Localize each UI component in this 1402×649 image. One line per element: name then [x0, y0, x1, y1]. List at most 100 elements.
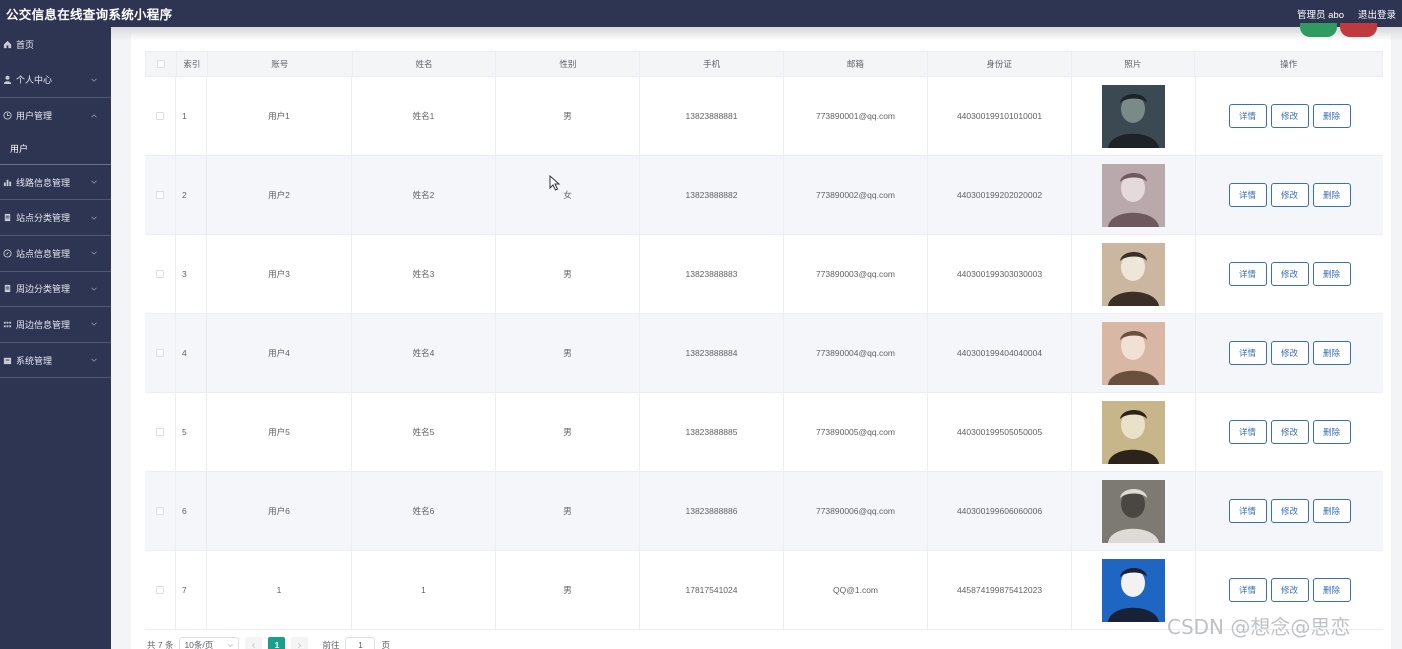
cell-id-card: 445874199875412023 [928, 551, 1072, 629]
header-gender: 性别 [496, 52, 641, 76]
table-row: 6 用户6 姓名6 男 13823888886 773890006@qq.com 44030… [145, 472, 1383, 551]
edit-button[interactable]: 修改 [1270, 104, 1309, 128]
cell-index: 5 [176, 393, 207, 471]
cell-id-card: 440300199101010001 [928, 77, 1072, 155]
prev-page-button[interactable] [245, 637, 263, 649]
edit-button[interactable]: 修改 [1270, 578, 1309, 602]
edit-button[interactable]: 修改 [1270, 341, 1309, 365]
top-right-area: 管理员 abo 退出登录 [1297, 7, 1396, 21]
user-table: 索引 账号 姓名 性别 手机 邮箱 身份证 照片 操作 1 用户1 姓名1 男 1382… [145, 51, 1383, 630]
table-row: 3 用户3 姓名3 男 13823888883 773890003@qq.com 44030… [145, 235, 1383, 314]
row-select-cell[interactable] [145, 393, 176, 471]
delete-button[interactable]: 删除 [1312, 262, 1351, 286]
sidebar-item-label: 周边分类管理 [16, 284, 71, 295]
chevron-down-icon [91, 358, 97, 362]
detail-button[interactable]: 详情 [1228, 578, 1267, 602]
detail-button[interactable]: 详情 [1228, 262, 1267, 286]
logout-link[interactable]: 退出登录 [1358, 7, 1396, 21]
row-select-cell[interactable] [145, 551, 176, 629]
sidebar-item-system[interactable]: 系统管理 [0, 343, 111, 379]
admin-label[interactable]: 管理员 abo [1297, 7, 1344, 21]
header-name: 姓名 [353, 52, 497, 76]
watermark: CSDN @想念@思恋 [1167, 615, 1351, 639]
delete-button[interactable]: 删除 [1312, 341, 1351, 365]
table-body: 1 用户1 姓名1 男 13823888881 773890001@qq.com 44030… [145, 77, 1383, 630]
cell-email: 773890003@qq.com [784, 235, 928, 313]
sidebar-item-route-info[interactable]: 线路信息管理 [0, 165, 111, 201]
edit-button[interactable]: 修改 [1270, 420, 1309, 444]
header-photo: 照片 [1072, 52, 1196, 76]
cell-account: 1 [207, 551, 352, 629]
row-select-cell[interactable] [145, 314, 176, 392]
user-photo [1102, 84, 1165, 148]
home-icon [2, 40, 12, 50]
sidebar-item-station-category[interactable]: 站点分类管理 [0, 200, 111, 236]
page-size-select[interactable]: 10条/页 [179, 637, 240, 649]
pagination: 共 7 条 10条/页 1 前往 1 页 [147, 637, 390, 649]
cell-id-card: 440300199202020002 [928, 156, 1072, 234]
current-page[interactable]: 1 [268, 637, 286, 649]
delete-button[interactable]: 删除 [1312, 578, 1351, 602]
cell-email: QQ@1.com [784, 551, 928, 629]
next-page-button[interactable] [291, 637, 309, 649]
add-button[interactable] [1300, 23, 1337, 37]
header-shadow [111, 27, 1402, 41]
row-checkbox[interactable] [156, 270, 164, 278]
row-select-cell[interactable] [145, 472, 176, 550]
batch-delete-button[interactable] [1340, 23, 1377, 37]
doc-icon [2, 284, 12, 294]
sidebar-item-station-info[interactable]: 站点信息管理 [0, 236, 111, 272]
delete-button[interactable]: 删除 [1312, 499, 1351, 523]
sidebar-item-profile[interactable]: 个人中心 [0, 63, 111, 99]
cell-account: 用户2 [207, 156, 352, 234]
cell-phone: 13823888885 [640, 393, 784, 471]
cell-photo [1072, 314, 1196, 392]
header-index: 索引 [177, 52, 208, 76]
delete-button[interactable]: 删除 [1312, 420, 1351, 444]
sidebar-item-home[interactable]: 首页 [0, 27, 111, 63]
row-select-cell[interactable] [145, 77, 176, 155]
sidebar-item-user-management[interactable]: 用户管理 [0, 98, 111, 134]
sidebar-subitem-user[interactable]: 用户 [0, 134, 111, 165]
row-checkbox[interactable] [156, 349, 164, 357]
header-select-all[interactable] [146, 52, 177, 76]
header-account: 账号 [208, 52, 353, 76]
row-checkbox[interactable] [156, 191, 164, 199]
cell-phone: 13823888884 [640, 314, 784, 392]
delete-button[interactable]: 删除 [1312, 104, 1351, 128]
row-select-cell[interactable] [145, 156, 176, 234]
cell-account: 用户4 [207, 314, 352, 392]
header-id-card: 身份证 [928, 52, 1072, 76]
cell-actions: 详情 修改 删除 [1196, 235, 1383, 313]
detail-button[interactable]: 详情 [1228, 183, 1267, 207]
sidebar-item-nearby-info[interactable]: 周边信息管理 [0, 307, 111, 343]
doc-icon [2, 213, 12, 223]
cell-index: 1 [176, 77, 207, 155]
row-checkbox[interactable] [156, 428, 164, 436]
mouse-cursor-icon [549, 175, 561, 191]
goto-page-input[interactable]: 1 [345, 637, 376, 649]
cell-index: 2 [176, 156, 207, 234]
cell-id-card: 440300199606060006 [928, 472, 1072, 550]
detail-button[interactable]: 详情 [1228, 104, 1267, 128]
cell-gender: 男 [496, 77, 640, 155]
cell-photo [1072, 156, 1196, 234]
cell-gender: 男 [496, 235, 640, 313]
cell-id-card: 440300199505050005 [928, 393, 1072, 471]
sidebar-item-nearby-category[interactable]: 周边分类管理 [0, 272, 111, 308]
detail-button[interactable]: 详情 [1228, 341, 1267, 365]
select-all-checkbox[interactable] [156, 60, 165, 68]
row-checkbox[interactable] [156, 507, 164, 515]
row-checkbox[interactable] [156, 586, 164, 594]
row-select-cell[interactable] [145, 235, 176, 313]
edit-button[interactable]: 修改 [1270, 499, 1309, 523]
detail-button[interactable]: 详情 [1228, 420, 1267, 444]
detail-button[interactable]: 详情 [1228, 499, 1267, 523]
grid-icon [2, 319, 12, 329]
cell-name: 姓名5 [352, 393, 496, 471]
cell-actions: 详情 修改 删除 [1196, 472, 1383, 550]
edit-button[interactable]: 修改 [1270, 183, 1309, 207]
delete-button[interactable]: 删除 [1312, 183, 1351, 207]
row-checkbox[interactable] [156, 112, 164, 120]
edit-button[interactable]: 修改 [1270, 262, 1309, 286]
